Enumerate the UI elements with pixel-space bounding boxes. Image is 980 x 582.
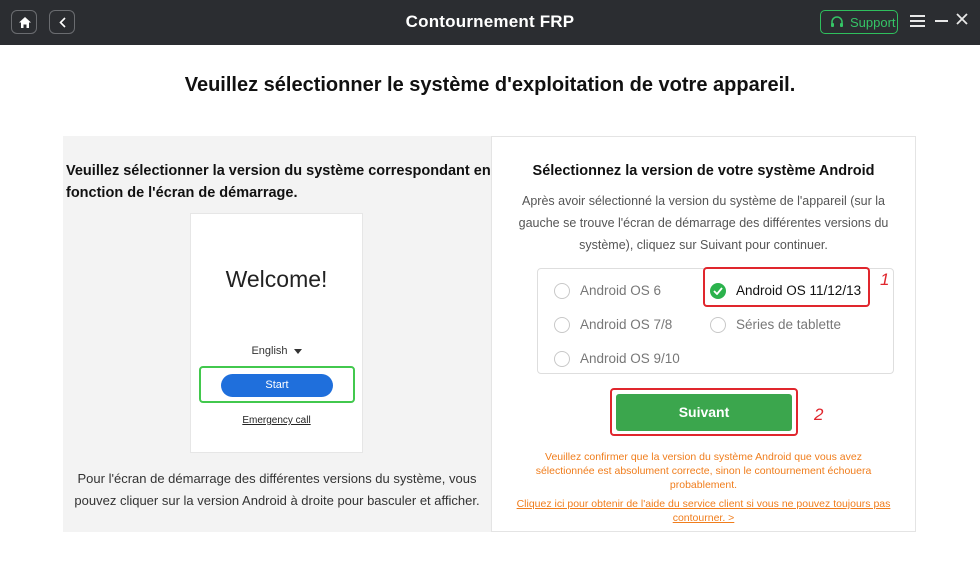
headset-icon — [831, 16, 843, 27]
radio-icon — [554, 317, 570, 333]
page-heading: Veuillez sélectionner le système d'explo… — [184, 74, 796, 96]
phone-emergency-call: Emergency call — [242, 415, 311, 426]
dropdown-arrow-icon — [293, 348, 302, 354]
phone-language-select: English — [191, 345, 362, 357]
menu-icon[interactable] — [910, 15, 925, 28]
radio-icon — [554, 283, 570, 299]
step-marker-1: 1 — [880, 270, 890, 289]
next-button[interactable]: Suivant — [616, 394, 792, 431]
option-label: Android OS 7/8 — [580, 317, 673, 332]
version-select-panel: Sélectionnez la version de votre système… — [491, 136, 916, 532]
selection-highlight-frame — [703, 267, 870, 307]
minimize-icon[interactable] — [935, 20, 948, 22]
radio-icon — [554, 351, 570, 367]
phone-language-label: English — [251, 345, 288, 357]
left-panel-description: Pour l'écran de démarrage des différente… — [74, 471, 480, 508]
support-label: Support — [850, 15, 896, 30]
right-panel-description: Après avoir sélectionné la version du sy… — [518, 194, 889, 252]
option-label: Android OS 9/10 — [580, 351, 680, 366]
radio-icon — [710, 317, 726, 333]
phone-preview: Welcome! English Start Emergency call — [190, 213, 363, 453]
right-panel-title: Sélectionnez la version de votre système… — [532, 163, 875, 179]
warning-text: Veuillez confirmer que la version du sys… — [535, 451, 872, 491]
step-marker-2: 2 — [814, 405, 824, 424]
support-button[interactable]: Support — [820, 10, 898, 34]
start-highlight-frame: Start — [199, 366, 355, 403]
phone-welcome-text: Welcome! — [225, 266, 328, 292]
help-link[interactable]: Cliquez ici pour obtenir de l'aide du se… — [506, 497, 901, 525]
left-panel-title: Veuillez sélectionner la version du syst… — [66, 163, 491, 201]
option-label: Android OS 6 — [580, 283, 662, 298]
close-icon[interactable] — [955, 12, 969, 26]
option-label: Séries de tablette — [736, 317, 842, 332]
phone-start-button: Start — [221, 374, 333, 397]
boot-screen-panel: Veuillez sélectionner la version du syst… — [63, 136, 491, 532]
title-bar: Contournement FRP Support — [0, 0, 980, 45]
